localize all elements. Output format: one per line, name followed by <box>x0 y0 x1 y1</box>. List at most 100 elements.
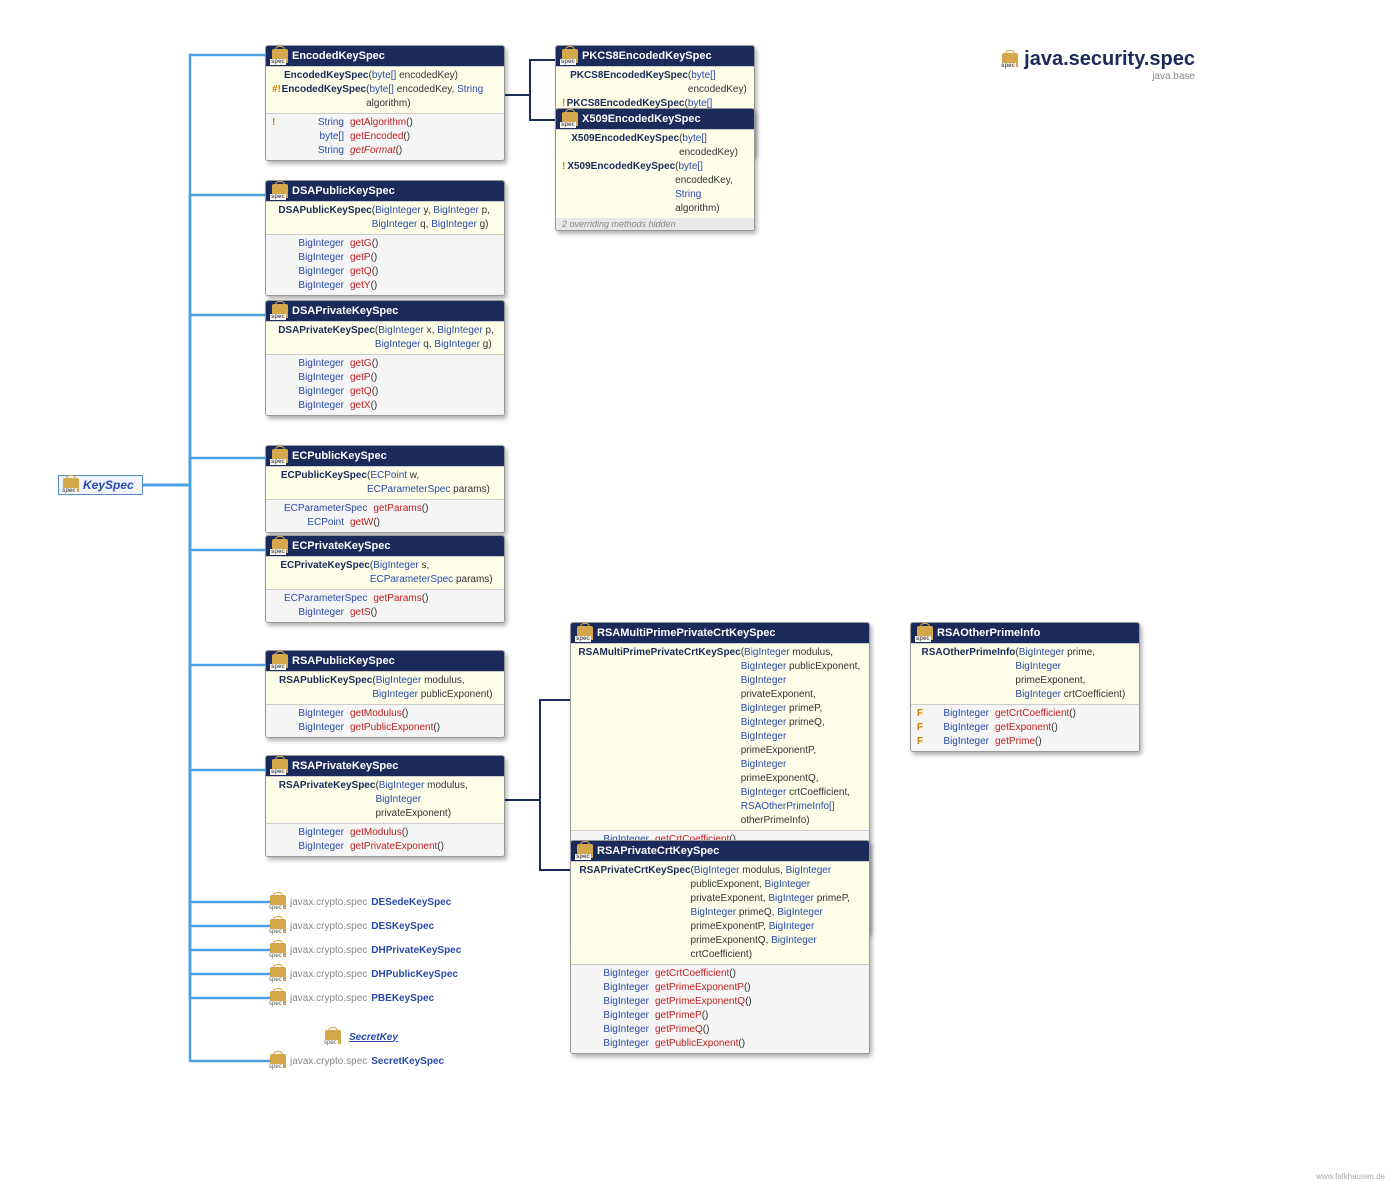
method: FBigIntegergetExponent () <box>915 721 1135 735</box>
external-SecretKey[interactable]: SecretKey <box>325 1030 398 1044</box>
class-ECPrivateKeySpec: ECPrivateKeySpecECPrivateKeySpec (BigInt… <box>265 535 505 623</box>
constructor: ECPublicKeySpec (ECPoint w, ECParameterS… <box>270 469 500 497</box>
ext-class: PBEKeySpec <box>371 993 434 1004</box>
class-header: PKCS8EncodedKeySpec <box>556 46 754 66</box>
method: BigIntegergetP () <box>270 371 500 385</box>
class-name: X509EncodedKeySpec <box>582 113 701 125</box>
pkg-name: java.security.spec <box>1024 48 1195 71</box>
method: BigIntegergetCrtCoefficient () <box>575 967 865 981</box>
class-name: DSAPublicKeySpec <box>292 185 395 197</box>
class-name: RSAPrivateKeySpec <box>292 760 398 772</box>
root-keyspec: KeySpec <box>58 475 143 495</box>
class-DSAPrivateKeySpec: DSAPrivateKeySpecDSAPrivateKeySpec (BigI… <box>265 300 505 416</box>
method: FBigIntegergetCrtCoefficient () <box>915 707 1135 721</box>
spec-icon <box>270 943 286 957</box>
external-SecretKeySpec[interactable]: javax.crypto.spec SecretKeySpec <box>270 1054 444 1068</box>
spec-icon <box>272 184 288 198</box>
class-X509EncodedKeySpec: X509EncodedKeySpec X509EncodedKeySpec (by… <box>555 108 755 231</box>
constructor: RSAPublicKeySpec (BigInteger modulus, Bi… <box>270 674 500 702</box>
ext-pkg: javax.crypto.spec <box>290 993 367 1004</box>
spec-icon <box>270 967 286 981</box>
ext-pkg: javax.crypto.spec <box>290 1056 367 1067</box>
method: ECParameterSpecgetParams () <box>270 592 500 606</box>
spec-icon <box>272 49 288 63</box>
methods-section: ECParameterSpecgetParams ()ECPointgetW (… <box>266 499 504 532</box>
external-DHPrivateKeySpec[interactable]: javax.crypto.specDHPrivateKeySpec <box>270 943 461 957</box>
class-header: RSAPrivateCrtKeySpec <box>571 841 869 861</box>
spec-icon <box>272 449 288 463</box>
root-name: KeySpec <box>83 478 134 492</box>
ext-class: DESKeySpec <box>371 921 434 932</box>
method: BigIntegergetPrimeExponentQ () <box>575 995 865 1009</box>
spec-icon <box>270 919 286 933</box>
ext-class: SecretKeySpec <box>371 1056 444 1067</box>
constructor: RSAPrivateCrtKeySpec (BigInteger modulus… <box>575 864 865 962</box>
footer-link[interactable]: www.falkhausen.de <box>1316 1172 1385 1181</box>
method: BigIntegergetPrimeExponentP () <box>575 981 865 995</box>
class-name: RSAPrivateCrtKeySpec <box>597 845 719 857</box>
methods-section: BigIntegergetModulus ()BigIntegergetPubl… <box>266 704 504 737</box>
method: BigIntegergetModulus () <box>270 826 500 840</box>
constructor: EncodedKeySpec (byte[] encodedKey) <box>270 69 500 83</box>
method: !StringgetAlgorithm () <box>270 116 500 130</box>
class-name: ECPublicKeySpec <box>292 450 387 462</box>
class-name: RSAMultiPrimePrivateCrtKeySpec <box>597 627 776 639</box>
method: BigIntegergetPrimeP () <box>575 1009 865 1023</box>
method: BigIntegergetX () <box>270 399 500 413</box>
external-PBEKeySpec[interactable]: javax.crypto.spec PBEKeySpec <box>270 991 434 1005</box>
methods-section: !StringgetAlgorithm ()byte[]getEncoded (… <box>266 113 504 160</box>
class-header: RSAMultiPrimePrivateCrtKeySpec <box>571 623 869 643</box>
method: ECParameterSpecgetParams () <box>270 502 500 516</box>
constructors-section: EncodedKeySpec (byte[] encodedKey)#!Enco… <box>266 66 504 113</box>
ext-class: DHPrivateKeySpec <box>371 945 461 956</box>
method: BigIntegergetModulus () <box>270 707 500 721</box>
class-header: ECPublicKeySpec <box>266 446 504 466</box>
class-RSAPrivateCrtKeySpec: RSAPrivateCrtKeySpec RSAPrivateCrtKeySpec… <box>570 840 870 1054</box>
method: BigIntegergetY () <box>270 279 500 293</box>
ext-class: SecretKey <box>349 1032 398 1043</box>
spec-icon <box>270 991 286 1005</box>
class-RSAPublicKeySpec: RSAPublicKeySpec RSAPublicKeySpec (BigInt… <box>265 650 505 738</box>
constructors-section: RSAOtherPrimeInfo (BigInteger prime, Big… <box>911 643 1139 704</box>
methods-section: BigIntegergetG ()BigIntegergetP ()BigInt… <box>266 234 504 295</box>
class-header: EncodedKeySpec <box>266 46 504 66</box>
constructors-section: DSAPrivateKeySpec (BigInteger x, BigInte… <box>266 321 504 354</box>
class-header: RSAOtherPrimeInfo <box>911 623 1139 643</box>
spec-icon <box>270 895 286 909</box>
constructor: !X509EncodedKeySpec (byte[] encodedKey, … <box>560 160 750 216</box>
class-name: EncodedKeySpec <box>292 50 385 62</box>
external-DESKeySpec[interactable]: javax.crypto.specDESKeySpec <box>270 919 434 933</box>
class-DSAPublicKeySpec: DSAPublicKeySpec DSAPublicKeySpec (BigInt… <box>265 180 505 296</box>
class-name: RSAOtherPrimeInfo <box>937 627 1040 639</box>
constructor: RSAMultiPrimePrivateCrtKeySpec (BigInteg… <box>575 646 865 828</box>
constructors-section: RSAPrivateKeySpec (BigInteger modulus, B… <box>266 776 504 823</box>
constructors-section: DSAPublicKeySpec (BigInteger y, BigInteg… <box>266 201 504 234</box>
class-RSAPrivateKeySpec: RSAPrivateKeySpec RSAPrivateKeySpec (BigI… <box>265 755 505 857</box>
external-DHPublicKeySpec[interactable]: javax.crypto.specDHPublicKeySpec <box>270 967 458 981</box>
spec-icon <box>63 478 79 492</box>
method: BigIntegergetQ () <box>270 385 500 399</box>
module-name: java.base <box>1002 71 1195 82</box>
constructors-section: ECPublicKeySpec (ECPoint w, ECParameterS… <box>266 466 504 499</box>
class-header: RSAPublicKeySpec <box>266 651 504 671</box>
method: ECPointgetW () <box>270 516 500 530</box>
constructor: X509EncodedKeySpec (byte[] encodedKey) <box>560 132 750 160</box>
class-header: DSAPublicKeySpec <box>266 181 504 201</box>
constructors-section: RSAPublicKeySpec (BigInteger modulus, Bi… <box>266 671 504 704</box>
constructors-section: RSAPrivateCrtKeySpec (BigInteger modulus… <box>571 861 869 964</box>
external-DESedeKeySpec[interactable]: javax.crypto.specDESedeKeySpec <box>270 895 451 909</box>
spec-icon <box>917 626 933 640</box>
class-header: RSAPrivateKeySpec <box>266 756 504 776</box>
class-header: X509EncodedKeySpec <box>556 109 754 129</box>
method: BigIntegergetG () <box>270 357 500 371</box>
method: BigIntegergetPrivateExponent () <box>270 840 500 854</box>
methods-section: BigIntegergetCrtCoefficient ()BigInteger… <box>571 964 869 1053</box>
method: BigIntegergetPrimeQ () <box>575 1023 865 1037</box>
ext-pkg: javax.crypto.spec <box>290 969 367 980</box>
constructor: DSAPrivateKeySpec (BigInteger x, BigInte… <box>270 324 500 352</box>
constructors-section: RSAMultiPrimePrivateCrtKeySpec (BigInteg… <box>571 643 869 830</box>
method: BigIntegergetP () <box>270 251 500 265</box>
ext-class: DESedeKeySpec <box>371 897 451 908</box>
constructors-section: X509EncodedKeySpec (byte[] encodedKey)!X… <box>556 129 754 218</box>
method: BigIntegergetQ () <box>270 265 500 279</box>
